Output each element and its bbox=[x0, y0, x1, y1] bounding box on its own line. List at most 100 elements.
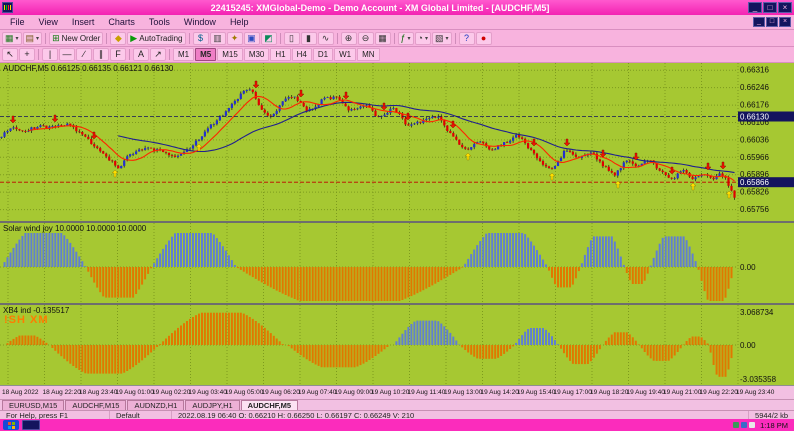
time-label: 19 Aug 15:40 bbox=[517, 389, 555, 396]
fibonacci-tool-button[interactable]: F bbox=[110, 48, 126, 61]
timeframe-w1[interactable]: W1 bbox=[334, 48, 356, 61]
data-window-button[interactable]: ▥ bbox=[210, 32, 226, 45]
menu-item-charts[interactable]: Charts bbox=[101, 16, 142, 28]
tab-audnzd-h1[interactable]: AUDNZD,H1 bbox=[127, 400, 184, 410]
indicator2-watermark: !SH XM bbox=[4, 314, 49, 326]
chart-candles-button[interactable]: ▮ bbox=[301, 32, 317, 45]
trendline-tool-button[interactable]: ∕ bbox=[76, 48, 92, 61]
svg-text:0.65756: 0.65756 bbox=[740, 205, 769, 214]
tab-audchf-m15[interactable]: AUDCHF,M15 bbox=[65, 400, 126, 410]
timeframe-m1[interactable]: M1 bbox=[173, 48, 194, 61]
close-button[interactable]: × bbox=[778, 2, 792, 13]
new-order-button[interactable]: ⊞New Order bbox=[49, 32, 103, 45]
status-bar: For Help, press F1 Default 2022.08.19 06… bbox=[0, 410, 794, 419]
main-chart-canvas[interactable]: 0.663160.662460.661760.661060.660360.659… bbox=[0, 63, 794, 221]
time-label: 19 Aug 18:20 bbox=[590, 389, 628, 396]
indicator1-canvas[interactable]: 0.00 bbox=[0, 223, 794, 303]
market-watch-button[interactable]: $ bbox=[193, 32, 209, 45]
menu-item-file[interactable]: File bbox=[3, 16, 32, 28]
tile-windows-icon: ▦ bbox=[378, 33, 387, 44]
dropdown-arrow-icon: ▾ bbox=[16, 35, 19, 42]
tab-eurusd-m15[interactable]: EURUSD,M15 bbox=[2, 400, 64, 410]
timeframe-m15[interactable]: M15 bbox=[217, 48, 243, 61]
timeframe-h4[interactable]: H4 bbox=[292, 48, 312, 61]
maximize-button[interactable]: □ bbox=[763, 2, 777, 13]
autotrading-button[interactable]: ▶AutoTrading bbox=[127, 32, 185, 45]
crosshair-tool-button[interactable]: + bbox=[19, 48, 35, 61]
menu-item-view[interactable]: View bbox=[32, 16, 65, 28]
svg-text:0.66316: 0.66316 bbox=[740, 66, 769, 75]
help-icon: ? bbox=[464, 33, 469, 44]
tile-windows-button[interactable]: ▦ bbox=[375, 32, 391, 45]
time-label: 19 Aug 17:00 bbox=[554, 389, 592, 396]
start-button[interactable] bbox=[3, 420, 19, 430]
taskbar-app-button[interactable] bbox=[22, 420, 40, 430]
menu-item-help[interactable]: Help bbox=[223, 16, 256, 28]
child-restore-button[interactable]: □ bbox=[766, 17, 778, 27]
vertical-line-tool-icon: | bbox=[49, 49, 51, 60]
svg-text:0.66036: 0.66036 bbox=[740, 135, 769, 144]
new-chart-button[interactable]: ▦▾ bbox=[2, 32, 22, 45]
new-order-icon: ⊞ bbox=[52, 33, 60, 44]
time-label: 19 Aug 02:20 bbox=[152, 389, 190, 396]
timeframe-d1[interactable]: D1 bbox=[313, 48, 333, 61]
zoom-in-icon: ⊕ bbox=[345, 33, 353, 44]
channel-tool-button[interactable]: ∥ bbox=[93, 48, 109, 61]
chart-line-button[interactable]: ∿ bbox=[318, 32, 334, 45]
zoom-in-button[interactable]: ⊕ bbox=[341, 32, 357, 45]
templates-button[interactable]: ▧▾ bbox=[432, 32, 452, 45]
text-tool-button[interactable]: A bbox=[133, 48, 149, 61]
timeframe-mn[interactable]: MN bbox=[357, 48, 379, 61]
metaeditor-icon: ◆ bbox=[115, 33, 122, 44]
arrows-tool-button[interactable]: ↗ bbox=[150, 48, 166, 61]
toolbar-separator bbox=[280, 33, 281, 44]
tray-icon[interactable] bbox=[733, 422, 739, 428]
toolbar-separator bbox=[169, 49, 170, 60]
time-label: 18 Aug 22:20 bbox=[43, 389, 81, 396]
horizontal-line-tool-icon: — bbox=[63, 49, 72, 60]
navigator-button[interactable]: ✦ bbox=[227, 32, 243, 45]
app-icon bbox=[2, 2, 13, 13]
autotrading-label: AutoTrading bbox=[139, 34, 182, 43]
time-axis[interactable]: 18 Aug 202218 Aug 22:2018 Aug 23:4019 Au… bbox=[0, 385, 794, 399]
timeframe-m30[interactable]: M30 bbox=[244, 48, 270, 61]
tab-audjpy-h1[interactable]: AUDJPY,H1 bbox=[185, 400, 239, 410]
tray-icon[interactable] bbox=[749, 422, 755, 428]
indicator2-canvas[interactable]: 3.0687340.00-3.035358 bbox=[0, 305, 794, 385]
autotrading-icon: ▶ bbox=[130, 33, 137, 44]
status-profile[interactable]: Default bbox=[110, 411, 172, 419]
timeframe-h1[interactable]: H1 bbox=[270, 48, 290, 61]
fibonacci-tool-icon: F bbox=[115, 49, 121, 60]
terminal-button[interactable]: ▣ bbox=[244, 32, 260, 45]
cursor-tool-icon: ↖ bbox=[6, 49, 14, 60]
cursor-tool-button[interactable]: ↖ bbox=[2, 48, 18, 61]
metaeditor-button[interactable]: ◆ bbox=[110, 32, 126, 45]
arrows-tool-icon: ↗ bbox=[154, 49, 162, 60]
minimize-button[interactable]: _ bbox=[748, 2, 762, 13]
child-minimize-button[interactable]: _ bbox=[753, 17, 765, 27]
svg-text:-3.035358: -3.035358 bbox=[740, 375, 777, 384]
windows-taskbar: 1:18 PM bbox=[0, 419, 794, 431]
vertical-line-tool-button[interactable]: | bbox=[42, 48, 58, 61]
dropdown-arrow-icon: ▾ bbox=[36, 35, 39, 42]
time-label: 19 Aug 23:40 bbox=[736, 389, 774, 396]
menu-item-tools[interactable]: Tools bbox=[142, 16, 177, 28]
profiles-button[interactable]: ▤▾ bbox=[23, 32, 43, 45]
child-close-button[interactable]: × bbox=[779, 17, 791, 27]
indicators-button[interactable]: ƒ▾ bbox=[398, 32, 414, 45]
toolbar-separator bbox=[455, 33, 456, 44]
taskbar-clock[interactable]: 1:18 PM bbox=[757, 421, 791, 430]
help-button[interactable]: ? bbox=[459, 32, 475, 45]
record-icon: ● bbox=[481, 33, 486, 44]
timeframe-m5[interactable]: M5 bbox=[195, 48, 216, 61]
zoom-out-button[interactable]: ⊖ bbox=[358, 32, 374, 45]
record-button[interactable]: ● bbox=[476, 32, 492, 45]
tray-icon[interactable] bbox=[741, 422, 747, 428]
strategy-tester-button[interactable]: ◩ bbox=[261, 32, 277, 45]
chart-bars-button[interactable]: ▯ bbox=[284, 32, 300, 45]
periods-button[interactable]: ◔▾ bbox=[415, 32, 431, 45]
menu-item-window[interactable]: Window bbox=[177, 16, 223, 28]
tab-audchf-m5[interactable]: AUDCHF,M5 bbox=[241, 400, 298, 410]
menu-item-insert[interactable]: Insert bbox=[65, 16, 102, 28]
horizontal-line-tool-button[interactable]: — bbox=[59, 48, 75, 61]
